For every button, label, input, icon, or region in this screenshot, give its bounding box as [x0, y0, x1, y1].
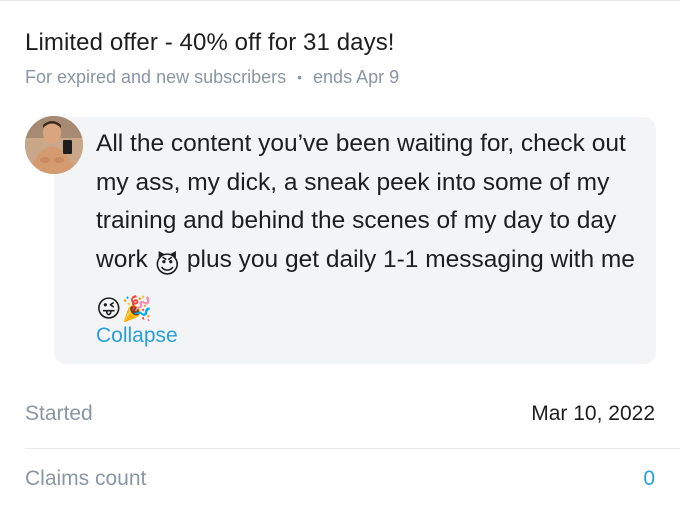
top-divider — [0, 0, 680, 1]
offer-meta: For expired and new subscribers • ends A… — [25, 65, 399, 89]
claims-count-label: Claims count — [25, 467, 147, 490]
collapse-link[interactable]: Collapse — [96, 322, 178, 350]
offer-title: Limited offer - 40% off for 31 days! — [25, 29, 395, 56]
message-text-part2: plus you get daily 1-1 messaging with me — [180, 245, 635, 273]
claims-count-row: Claims count 0 — [0, 446, 680, 512]
meta-separator: • — [297, 69, 303, 85]
started-row: Started Mar 10, 2022 — [0, 381, 680, 447]
started-value: Mar 10, 2022 — [531, 402, 655, 425]
promo-offer-card: Limited offer - 40% off for 31 days! For… — [0, 0, 680, 515]
offer-audience: For expired and new subscribers — [25, 67, 287, 87]
started-label: Started — [25, 402, 93, 425]
offer-end-date: ends Apr 9 — [313, 67, 400, 87]
profile-photo-icon — [25, 116, 83, 174]
message-text: All the content you’ve been waiting for,… — [96, 125, 641, 330]
avatar[interactable] — [25, 116, 83, 174]
claims-count-value[interactable]: 0 — [643, 446, 655, 512]
smiling-devil-emoji-icon: 😈 — [154, 251, 181, 279]
